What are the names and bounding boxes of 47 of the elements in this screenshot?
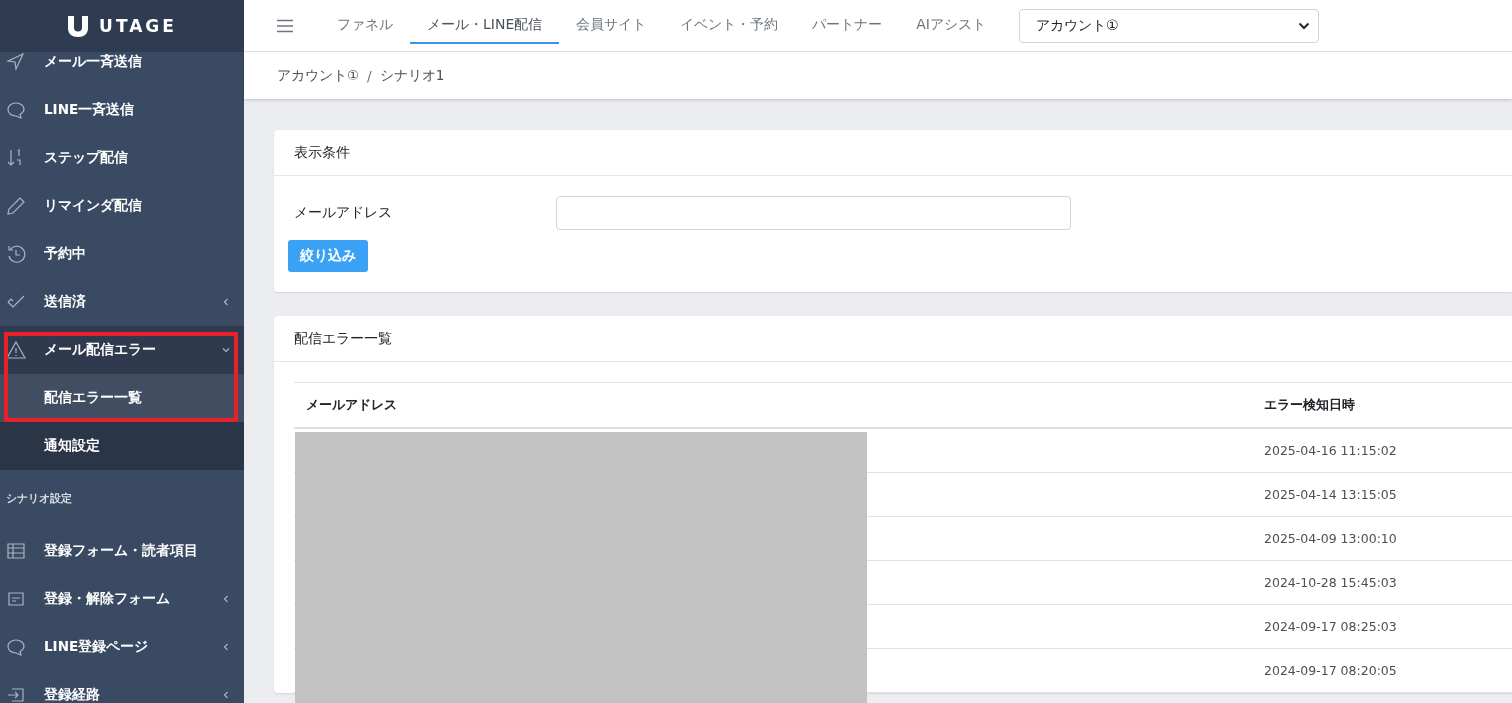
sidebar-item[interactable]: LINE一斉送信 bbox=[0, 86, 244, 134]
table-cell-text: 2024-09-17 08:20:05 bbox=[1264, 663, 1398, 678]
email-input-field[interactable] bbox=[556, 196, 1071, 230]
sidebar-item[interactable]: ステップ配信 bbox=[0, 134, 244, 182]
logo-text: UTAGE bbox=[99, 16, 177, 36]
table-cell-text: 2025-04-14 13:15:05 bbox=[1264, 487, 1398, 502]
table-cell-text: 2024-10-28 15:45:03 bbox=[1264, 575, 1398, 590]
sidebar-item[interactable]: 登録フォーム・読者項目 bbox=[0, 527, 244, 575]
sidebar-item[interactable]: 送信済 bbox=[0, 278, 244, 326]
account-select[interactable]: アカウント① bbox=[1018, 8, 1319, 43]
caret-icon bbox=[1297, 21, 1310, 30]
nav-tab[interactable]: パートナー bbox=[795, 7, 900, 44]
sidebar-subitem[interactable]: 通知設定 bbox=[0, 422, 244, 470]
sidebar-item[interactable]: 登録・解除フォーム bbox=[0, 575, 244, 623]
sign-in-icon bbox=[6, 685, 26, 703]
breadcrumb-separator: / bbox=[367, 67, 372, 84]
speech-bubble-icon bbox=[6, 637, 26, 657]
clock-history-icon bbox=[6, 244, 26, 264]
card-title: 表示条件 bbox=[274, 130, 1512, 176]
table-cell-text: 2025-04-09 13:00:10 bbox=[1264, 531, 1398, 546]
logo-icon bbox=[67, 14, 90, 38]
sidebar-item[interactable]: リマインダ配信 bbox=[0, 182, 244, 230]
breadcrumb-item[interactable]: アカウント① bbox=[277, 66, 360, 85]
sidebar-item[interactable]: LINE登録ページ bbox=[0, 623, 244, 671]
column-header: メールアドレス bbox=[305, 396, 398, 414]
sidebar-item[interactable]: 登録経路 bbox=[0, 671, 244, 703]
card-title: 配信エラー一覧 bbox=[274, 316, 1512, 362]
sidebar-section-title: シナリオ設定 bbox=[5, 491, 73, 507]
paper-plane-icon bbox=[6, 52, 26, 72]
table-icon bbox=[6, 541, 26, 561]
nav-tab[interactable]: イベント・予約 bbox=[663, 7, 796, 44]
menu-icon[interactable] bbox=[276, 18, 294, 33]
column-header: エラー検知日時 bbox=[1264, 396, 1356, 414]
warning-icon bbox=[6, 340, 26, 360]
sidebar-item[interactable]: 予約中 bbox=[0, 230, 244, 278]
speech-bubble-icon bbox=[6, 100, 26, 120]
nav-tab[interactable]: ファネル bbox=[320, 7, 410, 44]
breadcrumb-item: シナリオ1 bbox=[379, 66, 445, 85]
field-label: メールアドレス bbox=[293, 204, 393, 222]
sidebar-item[interactable]: メール一斉送信 bbox=[0, 38, 244, 86]
table-cell-text: 2025-04-16 11:15:02 bbox=[1264, 443, 1398, 458]
pencil-icon bbox=[6, 196, 26, 216]
nav-tab[interactable]: AIアシスト bbox=[899, 7, 1003, 44]
nav-tab[interactable]: メール・LINE配信 bbox=[410, 7, 560, 44]
form-icon bbox=[6, 589, 26, 609]
table-cell-text: 2024-09-17 08:25:03 bbox=[1264, 619, 1398, 634]
nav-tab[interactable]: 会員サイト bbox=[559, 7, 664, 44]
